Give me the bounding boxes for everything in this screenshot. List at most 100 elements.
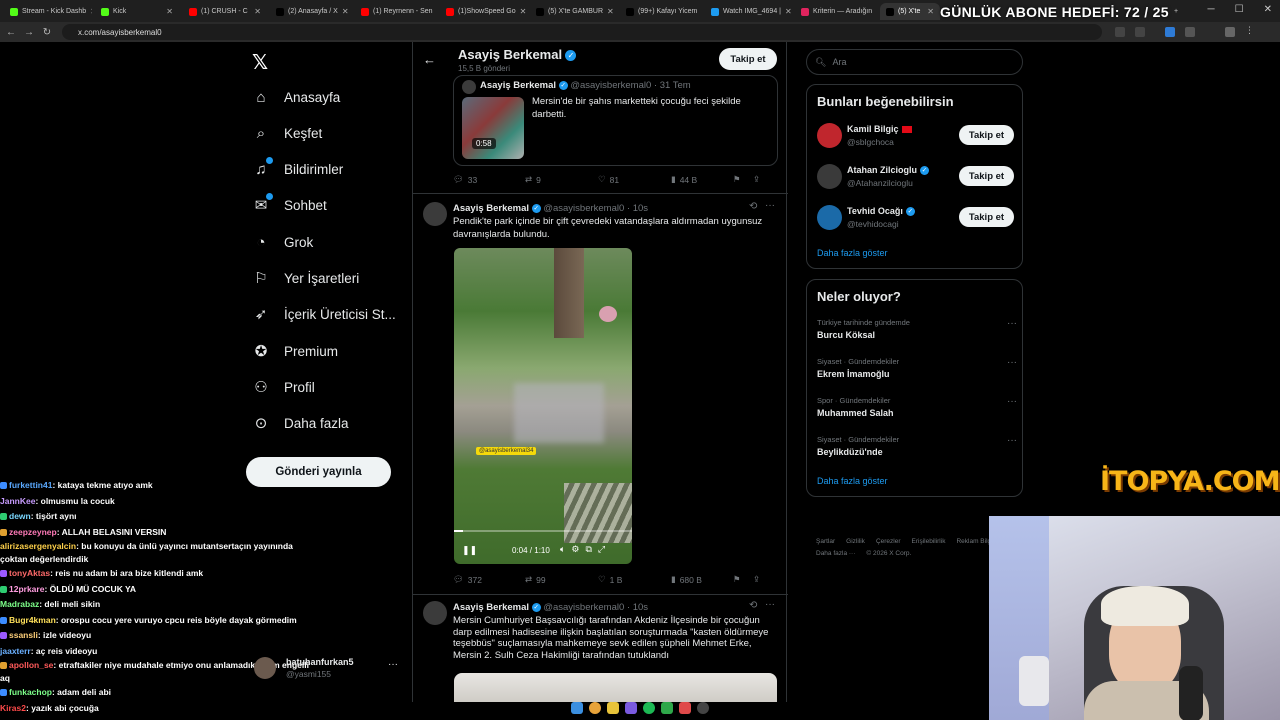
tweet-author[interactable]: Asayiş Berkemal bbox=[453, 602, 529, 613]
extension-icon[interactable] bbox=[1185, 27, 1195, 37]
follow-button[interactable]: Takip et bbox=[959, 166, 1014, 186]
footer-link[interactable]: Gizlilik bbox=[846, 536, 865, 548]
browser-tab[interactable]: (1) Reyrnenn - Sen✕ bbox=[355, 3, 437, 20]
more-icon[interactable]: ··· bbox=[1007, 435, 1017, 446]
search-box[interactable]: 🔍︎ Ara bbox=[806, 49, 1023, 75]
tab-close-icon[interactable]: ✕ bbox=[701, 7, 702, 16]
browser-tab[interactable]: Kick ✕ bbox=[95, 3, 179, 20]
tab-close-icon[interactable]: ✕ bbox=[607, 7, 614, 16]
tab-close-icon[interactable]: ✕ bbox=[785, 7, 791, 16]
video-controls-icons[interactable]: 🔈︎⚙⧉⤢ bbox=[560, 544, 611, 555]
browser-tab[interactable]: (99+) Kafayı Yicem✕ bbox=[620, 3, 702, 20]
app-icon[interactable] bbox=[661, 702, 673, 714]
nav-item[interactable]: ⚐ Yer İşaretleri bbox=[252, 269, 359, 287]
suggestion-row[interactable]: Atahan Zilcioglu ✓ @Atahanzilcioglu Takip e… bbox=[807, 162, 1022, 198]
more-icon[interactable]: ··· bbox=[1007, 357, 1017, 368]
tab-close-icon[interactable]: ✕ bbox=[876, 7, 877, 16]
folder-icon[interactable] bbox=[607, 702, 619, 714]
minimize-icon[interactable]: ─ bbox=[1208, 4, 1215, 15]
footer-link[interactable]: © 2026 X Corp. bbox=[866, 548, 911, 560]
footer-link[interactable]: Şartlar bbox=[816, 536, 835, 548]
pause-icon[interactable]: ❚❚ bbox=[462, 545, 477, 556]
back-icon[interactable]: ← bbox=[4, 27, 18, 38]
app-icon[interactable] bbox=[625, 702, 637, 714]
search-input[interactable]: Ara bbox=[832, 57, 846, 67]
tweet-avatar[interactable] bbox=[423, 601, 447, 625]
grok-icon[interactable]: ⟲ bbox=[749, 201, 757, 212]
nav-item[interactable]: ✪ Premium bbox=[252, 342, 338, 360]
quoted-video-thumbnail[interactable]: 0:58 bbox=[462, 97, 524, 159]
x-logo[interactable]: 𝕏 bbox=[252, 50, 268, 75]
trend-item[interactable]: Spor · Gündemdekiler Muhammed Salah ··· bbox=[817, 396, 1017, 418]
menu-icon[interactable]: ⋮ bbox=[1245, 25, 1255, 35]
nav-item[interactable]: ➶ İçerik Üreticisi St... bbox=[252, 305, 396, 323]
new-tab-button[interactable]: + bbox=[1168, 3, 1184, 20]
bookmark-button[interactable]: ⚑ bbox=[733, 574, 753, 585]
repost-button[interactable]: ⇄ 9 bbox=[525, 174, 598, 185]
windows-start-icon[interactable] bbox=[571, 702, 583, 714]
show-more-link[interactable]: Daha fazla göster bbox=[817, 476, 888, 486]
follow-button[interactable]: Takip et bbox=[959, 125, 1014, 145]
tweet-avatar[interactable] bbox=[423, 202, 447, 226]
browser-tab[interactable]: Stream - Kick Dashb✕ bbox=[4, 3, 92, 20]
repost-button[interactable]: ⇄ 99 bbox=[525, 574, 598, 585]
forward-icon[interactable]: → bbox=[22, 27, 36, 38]
more-icon[interactable]: ··· bbox=[1007, 318, 1017, 329]
browser-tab[interactable]: (5) X'te ✕ bbox=[880, 3, 940, 20]
browser-tab[interactable]: (1) CRUSH - C ✕ bbox=[183, 3, 267, 20]
tab-close-icon[interactable]: ✕ bbox=[90, 7, 92, 16]
more-icon[interactable]: ··· bbox=[765, 599, 775, 610]
tab-close-icon[interactable]: ✕ bbox=[342, 7, 349, 16]
nav-item[interactable]: ⚇ Profil bbox=[252, 378, 315, 396]
url-field[interactable]: x.com/asayisberkemal0 bbox=[62, 24, 1102, 40]
grok-icon[interactable]: ⟲ bbox=[749, 600, 757, 611]
footer-link[interactable]: Çerezler bbox=[876, 536, 901, 548]
views-button[interactable]: ▮ 44 B bbox=[671, 174, 733, 185]
account-switcher[interactable]: batuhanfurkan5 @yasmi155 ··· bbox=[254, 655, 404, 683]
app-icon[interactable] bbox=[679, 702, 691, 714]
suggestion-row[interactable]: Tevhid Ocağı ✓ @tevhidocagi Takip et bbox=[807, 203, 1022, 239]
like-button[interactable]: ♡ 1 B bbox=[598, 574, 671, 585]
chrome-icon[interactable] bbox=[589, 702, 601, 714]
suggestion-row[interactable]: Kamil Bilgiç @sblgchoca Takip et bbox=[807, 121, 1022, 157]
extension-icon[interactable] bbox=[1135, 27, 1145, 37]
more-icon[interactable]: ··· bbox=[765, 200, 775, 211]
browser-tab[interactable]: (2) Anasayfa / X ✕ bbox=[270, 3, 352, 20]
nav-item[interactable]: ⌂ Anasayfa bbox=[252, 88, 340, 106]
browser-tab[interactable]: (5) X'te GAMBUR ✕ bbox=[530, 3, 616, 20]
like-button[interactable]: ♡ 81 bbox=[598, 174, 671, 185]
maximize-icon[interactable]: ☐ bbox=[1235, 4, 1244, 15]
tab-close-icon[interactable]: ✕ bbox=[520, 7, 526, 16]
reply-button[interactable]: 💬︎ 372 bbox=[453, 574, 525, 585]
browser-tab[interactable]: Kriterin — Aradığın✕ bbox=[795, 3, 877, 20]
bookmark-button[interactable]: ⚑ bbox=[733, 174, 753, 185]
tweet-author[interactable]: Asayiş Berkemal bbox=[453, 203, 529, 214]
footer-link[interactable]: Daha fazla ··· bbox=[816, 548, 855, 560]
extension-icon[interactable] bbox=[1115, 27, 1125, 37]
app-icon[interactable] bbox=[697, 702, 709, 714]
show-more-link[interactable]: Daha fazla göster bbox=[817, 248, 888, 258]
nav-item[interactable]: ⊙ Daha fazla bbox=[252, 414, 349, 432]
nav-item[interactable]: ✉ Sohbet bbox=[252, 193, 327, 214]
more-icon[interactable]: ··· bbox=[388, 659, 398, 670]
footer-link[interactable]: Erişilebilirlik bbox=[912, 536, 946, 548]
extension-icon[interactable] bbox=[1165, 27, 1175, 37]
share-button[interactable]: ⇪ bbox=[753, 574, 760, 585]
share-button[interactable]: ⇪ bbox=[753, 174, 760, 185]
profile-avatar[interactable] bbox=[1225, 27, 1235, 37]
nav-item[interactable]: ♫ Bildirimler bbox=[252, 157, 343, 178]
browser-tab[interactable]: (1)ShowSpeed Go ✕ bbox=[440, 3, 526, 20]
trend-item[interactable]: Siyaset · Gündemdekiler Ekrem İmamoğlu ··· bbox=[817, 357, 1017, 379]
quoted-tweet[interactable]: Asayiş Berkemal ✓ @asayisberkemal0 · 31 … bbox=[453, 75, 778, 166]
reload-icon[interactable]: ↻ bbox=[40, 27, 54, 38]
trend-item[interactable]: Türkiye tarihinde gündemde Burcu Köksal ··… bbox=[817, 318, 1017, 340]
close-window-icon[interactable]: ✕ bbox=[1264, 4, 1272, 15]
tab-close-icon[interactable]: ✕ bbox=[166, 7, 173, 16]
browser-tab[interactable]: Watch IMG_4694 | ✕ bbox=[705, 3, 791, 20]
follow-button[interactable]: Takip et bbox=[719, 48, 777, 70]
views-button[interactable]: ▮ 680 B bbox=[671, 574, 733, 585]
nav-item[interactable]: ⌕ Keşfet bbox=[252, 124, 322, 142]
follow-button[interactable]: Takip et bbox=[959, 207, 1014, 227]
more-icon[interactable]: ··· bbox=[1007, 396, 1017, 407]
back-arrow-icon[interactable]: ← bbox=[423, 52, 436, 67]
